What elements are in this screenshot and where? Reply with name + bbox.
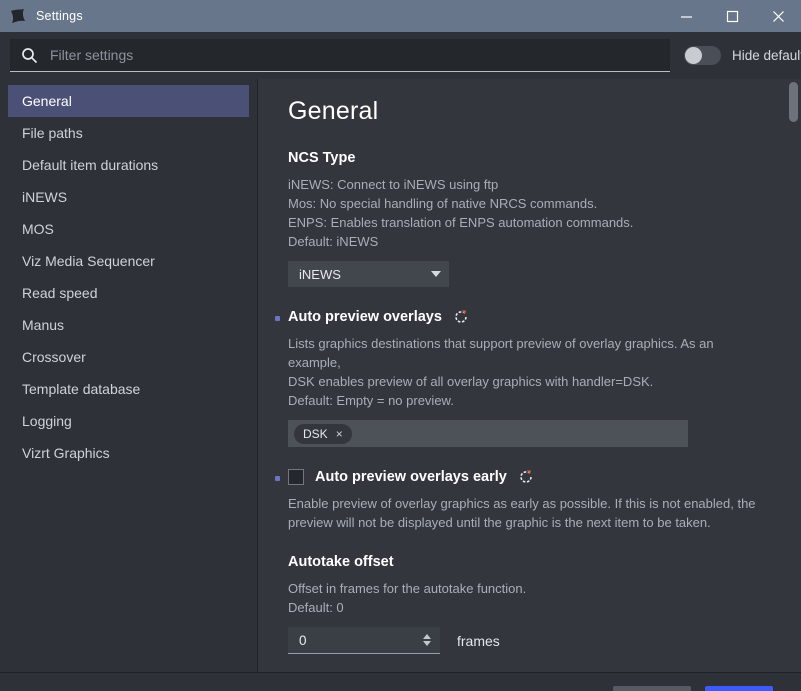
chip-label: DSK: [303, 426, 328, 441]
sidebar-item-mos[interactable]: MOS: [8, 213, 249, 245]
chip-dsk[interactable]: DSK ×: [294, 423, 352, 444]
desc-line: Default: Empty = no preview.: [288, 393, 454, 408]
hide-default-toggle[interactable]: [684, 46, 721, 65]
stepper-arrows-icon[interactable]: [423, 634, 431, 646]
section-description: Offset in frames for the autotake functi…: [288, 579, 758, 617]
auto-preview-overlays-input[interactable]: DSK ×: [288, 420, 688, 447]
modified-indicator-dot: [275, 316, 280, 321]
sidebar-item-file-paths[interactable]: File paths: [8, 117, 249, 149]
section-ncs-type: NCS Type iNEWS: Connect to iNEWS using f…: [288, 150, 771, 287]
minimize-icon[interactable]: [663, 0, 709, 32]
ncs-type-select[interactable]: iNEWS: [288, 261, 449, 287]
reset-to-default-icon[interactable]: [453, 309, 469, 325]
sidebar-item-label: File paths: [22, 125, 83, 141]
main-body: General File paths Default item duration…: [0, 79, 801, 672]
hide-default-toggle-group[interactable]: Hide default: [684, 46, 801, 65]
section-description: Lists graphics destinations that support…: [288, 334, 758, 410]
search-box[interactable]: [10, 39, 670, 72]
maximize-icon[interactable]: [709, 0, 755, 32]
section-auto-preview-overlays-early: Auto preview overlays early Enable previ…: [275, 469, 771, 532]
sidebar-item-label: Manus: [22, 317, 65, 333]
modified-indicator-dot: [275, 476, 280, 481]
section-title: Auto preview overlays early: [315, 469, 507, 485]
search-input[interactable]: [50, 47, 610, 63]
section-description: Enable preview of overlay graphics as ea…: [288, 494, 758, 532]
settings-sidebar: General File paths Default item duration…: [0, 79, 258, 672]
close-icon[interactable]: [755, 0, 801, 32]
sidebar-item-label: iNEWS: [22, 189, 68, 205]
sidebar-item-label: Viz Media Sequencer: [22, 253, 155, 269]
sidebar-item-label: Crossover: [22, 349, 86, 365]
app-logo-icon: [9, 7, 27, 25]
sidebar-item-label: Default item durations: [22, 157, 159, 173]
autotake-offset-stepper[interactable]: 0: [288, 627, 440, 654]
toggle-knob: [685, 47, 702, 64]
section-auto-preview-overlays: Auto preview overlays Lists graphics des…: [275, 309, 771, 447]
stepper-up-icon[interactable]: [423, 634, 431, 639]
sidebar-item-label: Template database: [22, 381, 141, 397]
sidebar-item-label: Read speed: [22, 285, 98, 301]
chevron-down-icon: [431, 271, 441, 277]
title-bar: Settings: [0, 0, 801, 32]
chip-remove-icon[interactable]: ×: [336, 428, 343, 440]
sidebar-item-manus[interactable]: Manus: [8, 309, 249, 341]
search-icon: [21, 47, 38, 64]
hide-default-label: Hide default: [732, 48, 801, 63]
page-title: General: [288, 97, 379, 125]
section-title: Autotake offset: [288, 554, 394, 570]
desc-line: Offset in frames for the autotake functi…: [288, 581, 527, 596]
sidebar-item-label: General: [22, 93, 72, 109]
section-title: NCS Type: [288, 150, 356, 166]
sidebar-item-crossover[interactable]: Crossover: [8, 341, 249, 373]
desc-line: iNEWS: Connect to iNEWS using ftp: [288, 177, 499, 192]
desc-line: Lists graphics destinations that support…: [288, 336, 714, 370]
stepper-down-icon[interactable]: [423, 641, 431, 646]
sidebar-item-vizrt-graphics[interactable]: Vizrt Graphics: [8, 437, 249, 469]
sidebar-item-general[interactable]: General: [8, 85, 249, 117]
desc-line: Enable preview of overlay graphics as ea…: [288, 496, 756, 511]
sidebar-item-logging[interactable]: Logging: [8, 405, 249, 437]
scrollbar-thumb[interactable]: [789, 82, 798, 122]
auto-preview-overlays-early-checkbox[interactable]: [288, 469, 304, 485]
autotake-offset-value: 0: [299, 632, 307, 648]
sidebar-item-label: Logging: [22, 413, 72, 429]
dialog-footer: Cancel Save: [0, 672, 801, 691]
desc-line: preview will not be displayed until the …: [288, 515, 711, 530]
sidebar-item-label: Vizrt Graphics: [22, 445, 110, 461]
save-button[interactable]: Save: [705, 686, 773, 691]
sidebar-item-read-speed[interactable]: Read speed: [8, 277, 249, 309]
cancel-button[interactable]: Cancel: [612, 686, 691, 691]
section-autotake-offset: Autotake offset Offset in frames for the…: [288, 554, 771, 654]
desc-line: DSK enables preview of all overlay graph…: [288, 374, 654, 389]
autotake-offset-unit: frames: [457, 632, 500, 649]
sidebar-item-inews[interactable]: iNEWS: [8, 181, 249, 213]
filter-bar: Hide default: [0, 32, 801, 79]
window-controls: [663, 0, 801, 32]
sidebar-item-viz-media-sequencer[interactable]: Viz Media Sequencer: [8, 245, 249, 277]
window-title: Settings: [36, 9, 83, 23]
sidebar-item-template-database[interactable]: Template database: [8, 373, 249, 405]
desc-line: Mos: No special handling of native NRCS …: [288, 196, 598, 211]
sidebar-item-default-item-durations[interactable]: Default item durations: [8, 149, 249, 181]
content-scrollbar[interactable]: [789, 82, 798, 662]
sidebar-item-label: MOS: [22, 221, 54, 237]
settings-content: General NCS Type iNEWS: Connect to iNEWS…: [258, 79, 801, 672]
desc-line: Default: 0: [288, 600, 344, 615]
reset-to-default-icon[interactable]: [518, 469, 534, 485]
desc-line: ENPS: Enables translation of ENPS automa…: [288, 215, 634, 230]
section-title: Auto preview overlays: [288, 309, 442, 325]
ncs-type-selected-value: iNEWS: [299, 266, 341, 282]
desc-line: Default: iNEWS: [288, 234, 379, 249]
section-description: iNEWS: Connect to iNEWS using ftp Mos: N…: [288, 175, 758, 251]
